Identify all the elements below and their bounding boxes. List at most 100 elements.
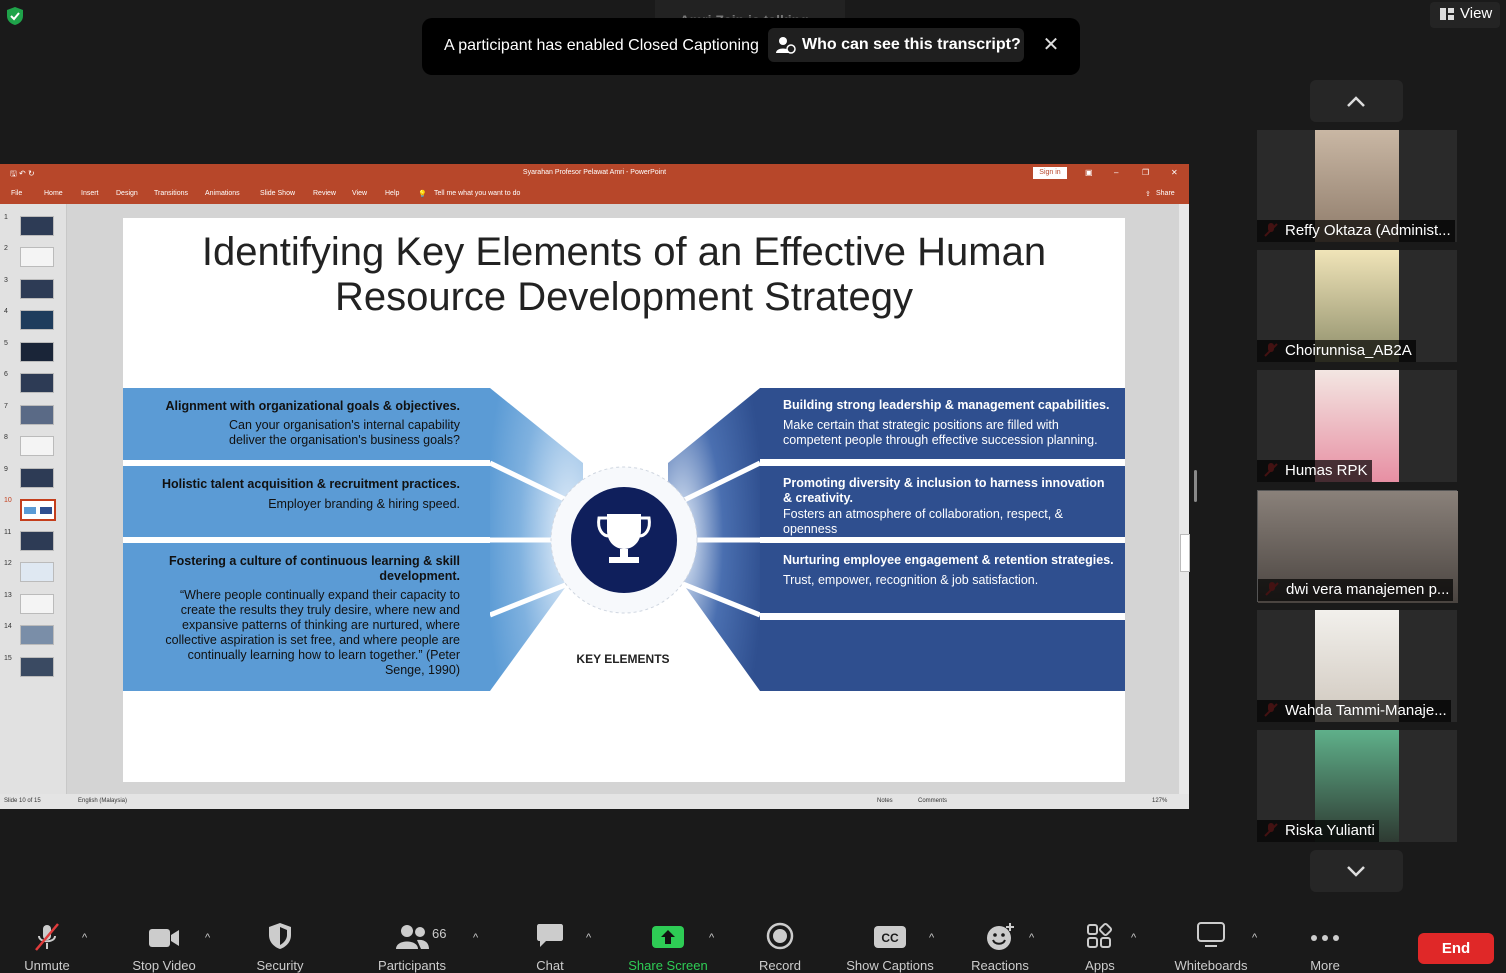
participant-name: Reffy Oktaza (Administ...: [1257, 220, 1455, 242]
restore-icon[interactable]: ❐: [1142, 168, 1149, 177]
tell-me-search[interactable]: Tell me what you want to do: [434, 190, 520, 197]
slide-thumbnail[interactable]: [20, 279, 54, 299]
tab-insert[interactable]: Insert: [81, 190, 99, 197]
element-learning-quote-6: Senge, 1990): [384, 663, 460, 677]
gallery-scroll-down-button[interactable]: [1310, 850, 1403, 892]
element-engagement-title: Nurturing employee engagement & retentio…: [783, 553, 1114, 567]
tab-transitions[interactable]: Transitions: [154, 190, 188, 197]
slide-thumbnail[interactable]: [20, 594, 54, 614]
lightbulb-icon: 💡: [418, 191, 427, 198]
element-alignment-text-2: deliver the organisation's business goal…: [229, 433, 460, 447]
unmute-button[interactable]: Unmute: [12, 910, 82, 973]
whiteboards-options-caret-icon[interactable]: ^: [1252, 932, 1257, 944]
element-talent-panel: Holistic talent acquisition & recruitmen…: [123, 466, 490, 537]
slide-thumbnail[interactable]: [20, 405, 54, 425]
element-leadership-text-1: Make certain that strategic positions ar…: [783, 418, 1059, 432]
smiley-plus-icon: [987, 923, 1014, 950]
gallery-scroll-up-button[interactable]: [1310, 80, 1403, 122]
reactions-label: Reactions: [971, 958, 1029, 973]
slide-thumbnail[interactable]: [20, 310, 54, 330]
captions-options-caret-icon[interactable]: ^: [929, 932, 934, 944]
chat-options-caret-icon[interactable]: ^: [586, 932, 591, 944]
slide-thumbnail[interactable]: [20, 436, 54, 456]
slide-thumbnail[interactable]: [20, 625, 54, 645]
who-can-see-transcript-button[interactable]: Who can see this transcript?: [768, 28, 1024, 62]
vertical-scrollbar[interactable]: [1179, 204, 1190, 794]
tab-file[interactable]: File: [11, 190, 22, 197]
slide-thumbnail[interactable]: [20, 657, 54, 677]
share-button[interactable]: Share: [1156, 190, 1175, 197]
notes-button[interactable]: Notes: [877, 798, 893, 804]
apps-options-caret-icon[interactable]: ^: [1131, 932, 1136, 944]
audio-options-caret-icon[interactable]: ^: [82, 932, 87, 944]
close-icon[interactable]: ✕: [1040, 34, 1062, 56]
security-button[interactable]: Security: [245, 910, 315, 973]
apps-button[interactable]: Apps: [1065, 910, 1135, 973]
chevron-down-icon: [1347, 866, 1365, 877]
participants-label: Participants: [378, 958, 446, 973]
tab-animations[interactable]: Animations: [205, 190, 240, 197]
slide-thumbnail[interactable]: [20, 216, 54, 236]
window-close-icon[interactable]: ✕: [1171, 168, 1178, 177]
slide-thumbnail[interactable]: [20, 342, 54, 362]
closed-captions-icon: CC: [874, 926, 906, 948]
security-shield-icon[interactable]: [5, 6, 25, 26]
tab-home[interactable]: Home: [44, 190, 63, 197]
participant-tile[interactable]: Wahda Tammi-Manaje...: [1257, 610, 1457, 722]
closed-caption-notification: A participant has enabled Closed Caption…: [422, 18, 1080, 75]
tab-help[interactable]: Help: [385, 190, 399, 197]
end-meeting-button[interactable]: End: [1418, 933, 1494, 964]
slide-number: 14: [4, 623, 12, 630]
reactions-button[interactable]: Reactions: [965, 910, 1035, 973]
slide-thumbnail[interactable]: [20, 247, 54, 267]
whiteboards-label: Whiteboards: [1174, 958, 1248, 973]
ppt-status-bar: Slide 10 of 15 English (Malaysia) Notes …: [0, 794, 1189, 809]
stop-video-button[interactable]: Stop Video: [124, 910, 204, 973]
element-learning-quote-1: “Where people continually expand their c…: [179, 588, 460, 602]
participants-icon: [396, 925, 429, 949]
chat-button[interactable]: Chat: [515, 910, 585, 973]
more-label: More: [1310, 958, 1340, 973]
slide-thumbnail[interactable]: [20, 373, 54, 393]
show-captions-button[interactable]: CC Show Captions: [840, 910, 940, 973]
participant-tile[interactable]: Choirunnisa_AB2A: [1257, 250, 1457, 362]
slide-number-current: 10: [4, 497, 12, 504]
element-learning-quote-4: collective aspiration is set free, and w…: [165, 633, 460, 647]
minimize-icon[interactable]: –: [1114, 168, 1118, 177]
slide-thumbnail[interactable]: [20, 531, 54, 551]
record-button[interactable]: Record: [745, 910, 815, 973]
reactions-options-caret-icon[interactable]: ^: [1029, 932, 1034, 944]
panel-resize-handle[interactable]: [1194, 470, 1197, 502]
tab-review[interactable]: Review: [313, 190, 336, 197]
tab-slide-show[interactable]: Slide Show: [260, 190, 295, 197]
slide-number: 5: [4, 340, 8, 347]
sign-in-button[interactable]: Sign in: [1033, 167, 1067, 179]
participant-tile[interactable]: Riska Yulianti: [1257, 730, 1457, 842]
slide-thumbnail-current[interactable]: [20, 499, 56, 521]
tab-view[interactable]: View: [352, 190, 367, 197]
ppt-ribbon-tabs: File Home Insert Design Transitions Anim…: [0, 183, 1189, 204]
participant-tile[interactable]: dwi vera manajemen p...: [1257, 490, 1458, 603]
whiteboards-button[interactable]: Whiteboards: [1166, 910, 1256, 973]
more-button[interactable]: More: [1290, 910, 1360, 973]
tab-design[interactable]: Design: [116, 190, 138, 197]
whiteboard-icon: [1197, 922, 1225, 947]
video-options-caret-icon[interactable]: ^: [205, 932, 210, 944]
share-icon[interactable]: ⇪: [1145, 190, 1151, 198]
participants-options-caret-icon[interactable]: ^: [473, 932, 478, 944]
status-language[interactable]: English (Malaysia): [78, 798, 127, 804]
view-button[interactable]: View: [1430, 2, 1500, 28]
element-talent-title: Holistic talent acquisition & recruitmen…: [162, 477, 460, 491]
share-options-caret-icon[interactable]: ^: [709, 932, 714, 944]
ribbon-display-icon[interactable]: ▣: [1085, 168, 1093, 177]
zoom-level[interactable]: 127%: [1152, 798, 1167, 804]
participant-tile[interactable]: Reffy Oktaza (Administ...: [1257, 130, 1457, 242]
slide-thumbnail[interactable]: [20, 562, 54, 582]
comments-button[interactable]: Comments: [918, 798, 947, 804]
slide-thumbnail[interactable]: [20, 468, 54, 488]
share-screen-button[interactable]: Share Screen: [618, 910, 718, 973]
grid-view-icon: [1440, 8, 1454, 20]
participant-tile[interactable]: Humas RPK: [1257, 370, 1457, 482]
participants-button[interactable]: 66 Participants: [362, 910, 462, 973]
scroll-thumb[interactable]: [1180, 534, 1190, 572]
